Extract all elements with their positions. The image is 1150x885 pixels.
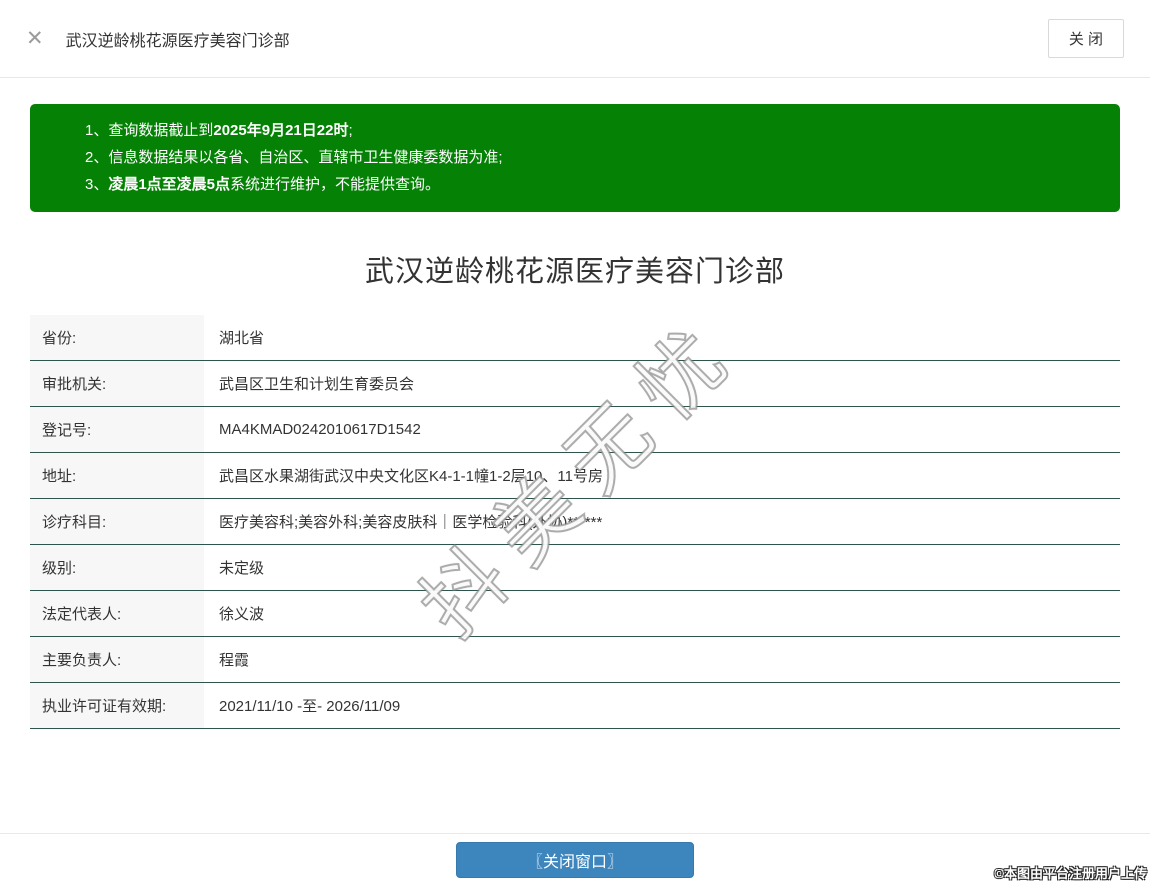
row-label: 法定代表人: xyxy=(30,591,204,636)
modal-header: ✕ 武汉逆龄桃花源医疗美容门诊部 关 闭 xyxy=(0,0,1150,78)
row-label: 登记号: xyxy=(30,407,204,452)
table-row: 法定代表人:徐义波 xyxy=(30,591,1120,637)
row-value: 武昌区水果湖街武汉中央文化区K4-1-1幢1-2层10、11号房 xyxy=(204,465,1120,486)
table-row: 地址:武昌区水果湖街武汉中央文化区K4-1-1幢1-2层10、11号房 xyxy=(30,453,1120,499)
info-table: 省份:湖北省审批机关:武昌区卫生和计划生育委员会登记号:MA4KMAD02420… xyxy=(30,315,1120,729)
row-label: 省份: xyxy=(30,315,204,360)
row-label: 级别: xyxy=(30,545,204,590)
notice-line-2: 2、信息数据结果以各省、自治区、直辖市卫生健康委数据为准; xyxy=(85,144,1100,171)
row-value: MA4KMAD0242010617D1542 xyxy=(204,421,1120,438)
row-label: 主要负责人: xyxy=(30,637,204,682)
table-row: 主要负责人:程霞 xyxy=(30,637,1120,683)
close-window-button[interactable]: 〖关闭窗口〗 xyxy=(456,842,694,878)
table-row: 登记号:MA4KMAD0242010617D1542 xyxy=(30,407,1120,453)
row-value: 程霞 xyxy=(204,649,1120,670)
notice-line-3: 3、凌晨1点至凌晨5点系统进行维护，不能提供查询。 xyxy=(85,171,1100,198)
row-value: 武昌区卫生和计划生育委员会 xyxy=(204,373,1120,394)
table-row: 执业许可证有效期:2021/11/10 -至- 2026/11/09 xyxy=(30,683,1120,729)
page-title: 武汉逆龄桃花源医疗美容门诊部 xyxy=(0,248,1150,290)
notice-banner: 1、查询数据截止到2025年9月21日22时;2、信息数据结果以各省、自治区、直… xyxy=(30,104,1120,212)
table-row: 诊疗科目:医疗美容科;美容外科;美容皮肤科｜医学检验科(外协)****** xyxy=(30,499,1120,545)
row-value: 未定级 xyxy=(204,557,1120,578)
row-label: 执业许可证有效期: xyxy=(30,683,204,728)
table-row: 省份:湖北省 xyxy=(30,315,1120,361)
modal-footer: 〖关闭窗口〗 xyxy=(0,833,1150,885)
row-label: 审批机关: xyxy=(30,361,204,406)
table-row: 级别:未定级 xyxy=(30,545,1120,591)
row-value: 徐义波 xyxy=(204,603,1120,624)
table-row: 审批机关:武昌区卫生和计划生育委员会 xyxy=(30,361,1120,407)
row-value: 2021/11/10 -至- 2026/11/09 xyxy=(204,695,1120,716)
notice-line-1: 1、查询数据截止到2025年9月21日22时; xyxy=(85,117,1100,144)
row-value: 医疗美容科;美容外科;美容皮肤科｜医学检验科(外协)****** xyxy=(204,511,1120,532)
row-label: 诊疗科目: xyxy=(30,499,204,544)
row-value: 湖北省 xyxy=(204,327,1120,348)
header-title: 武汉逆龄桃花源医疗美容门诊部 xyxy=(66,27,1048,51)
license-query-modal: ✕ 武汉逆龄桃花源医疗美容门诊部 关 闭 1、查询数据截止到2025年9月21日… xyxy=(0,0,1150,885)
close-icon[interactable]: ✕ xyxy=(26,28,44,49)
row-label: 地址: xyxy=(30,453,204,498)
close-button[interactable]: 关 闭 xyxy=(1048,19,1124,58)
